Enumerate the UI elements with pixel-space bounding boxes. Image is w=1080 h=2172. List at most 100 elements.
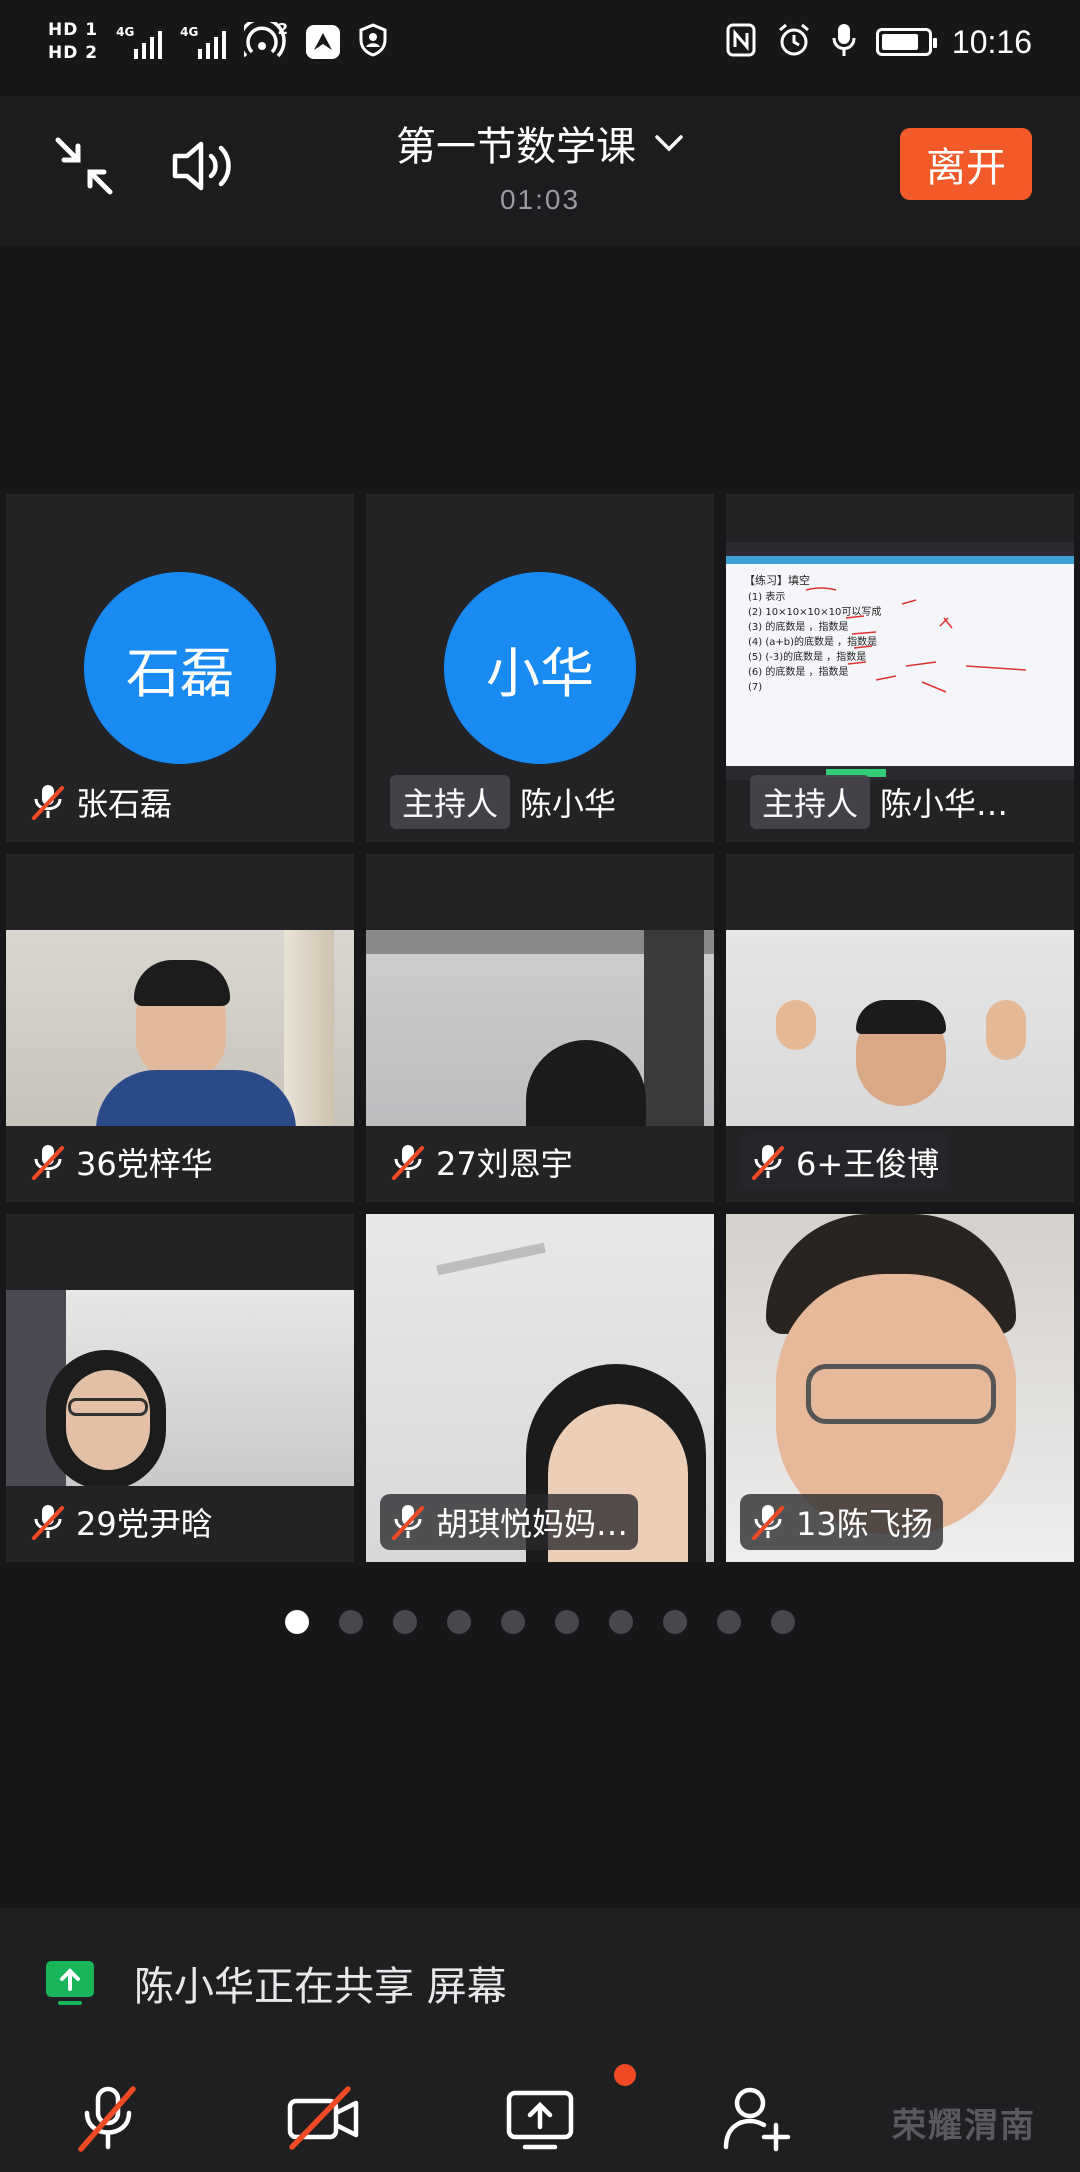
leave-button[interactable]: 离开	[900, 128, 1032, 200]
clock: 10:16	[951, 23, 1032, 60]
person-glasses	[68, 1398, 148, 1416]
participant-name: 13陈飞扬	[796, 1505, 933, 1543]
mute-button[interactable]	[68, 2078, 148, 2158]
meeting-title[interactable]: 第一节数学课	[396, 114, 636, 172]
add-user-icon	[723, 2087, 791, 2152]
name-bar: 13陈飞扬	[740, 1494, 943, 1550]
sim2-label: HD 2	[48, 43, 99, 63]
participant-name: 陈小华…	[880, 785, 1009, 823]
video-feed	[726, 930, 1074, 1126]
person-glasses	[806, 1364, 996, 1424]
mic-off-icon	[78, 2086, 136, 2152]
participant-tile[interactable]: 13陈飞扬	[726, 1214, 1074, 1562]
mic-muted-icon	[752, 1145, 784, 1180]
net1-label: 4G	[116, 25, 135, 39]
participant-tile[interactable]: 6+王俊博	[726, 854, 1074, 1202]
name-bar: 6+王俊博	[740, 1134, 950, 1190]
signal-icon-2: 4G	[180, 25, 227, 59]
page-dot[interactable]	[501, 1610, 525, 1634]
sharing-banner[interactable]: 陈小华正在共享 屏幕	[0, 1908, 1080, 2058]
person-hair	[134, 960, 230, 1006]
person-shirt	[96, 1070, 296, 1126]
name-bar: 27刘恩宇	[380, 1134, 583, 1190]
participant-tile[interactable]: 石磊 张石磊	[6, 494, 354, 842]
vpn-shield-icon	[358, 23, 388, 61]
name-bar: 36党梓华	[20, 1134, 223, 1190]
sim1-label: HD 1	[48, 20, 99, 40]
participant-tile[interactable]: 胡琪悦妈妈…	[366, 1214, 714, 1562]
mic-muted-icon	[32, 1505, 64, 1540]
host-badge: 主持人	[390, 775, 511, 829]
participant-name: 27刘恩宇	[436, 1145, 573, 1183]
name-bar: 主持人 陈小华…	[740, 774, 1018, 830]
status-left: HD 1 HD 2 4G 4G 2	[48, 17, 388, 62]
person-hand-left	[776, 1000, 816, 1050]
meeting-header: 第一节数学课 01:03 离开	[0, 96, 1080, 246]
battery-icon	[875, 28, 937, 56]
participant-name: 胡琪悦妈妈…	[436, 1505, 629, 1543]
mic-status-icon	[832, 22, 856, 62]
page-dot[interactable]	[285, 1610, 309, 1634]
participant-tile[interactable]: 小华 主持人 陈小华	[366, 494, 714, 842]
nfc-icon	[726, 23, 756, 61]
participant-name: 29党尹晗	[76, 1505, 213, 1543]
share-screen-icon	[506, 2090, 574, 2150]
app-notification-icon	[306, 25, 341, 59]
avatar: 小华	[444, 572, 636, 764]
person-face	[66, 1370, 150, 1470]
page-dot[interactable]	[609, 1610, 633, 1634]
mic-muted-icon	[392, 1145, 424, 1180]
participant-grid: 石磊 张石磊 小华 主持人 陈小华 【练习】填空 (1) 表示 (2) 10×10…	[6, 494, 1074, 1562]
mic-muted-icon	[392, 1505, 424, 1540]
video-feed	[6, 1290, 354, 1486]
hotspot-count: 2	[277, 20, 289, 38]
alarm-icon	[776, 22, 812, 62]
page-dot[interactable]	[771, 1610, 795, 1634]
hotspot-icon: 2	[238, 17, 289, 62]
avatar: 石磊	[84, 572, 276, 764]
participant-tile[interactable]: 36党梓华	[6, 854, 354, 1202]
participant-tile[interactable]: 27刘恩宇	[366, 854, 714, 1202]
share-notification-dot	[614, 2064, 636, 2086]
status-bar: HD 1 HD 2 4G 4G 2 10:16	[0, 0, 1080, 84]
ceiling-fan	[436, 1242, 546, 1276]
page-dot[interactable]	[447, 1610, 471, 1634]
page-dot[interactable]	[393, 1610, 417, 1634]
signal-icon-1: 4G	[116, 25, 163, 59]
page-dot[interactable]	[555, 1610, 579, 1634]
participant-name: 6+王俊博	[796, 1145, 940, 1183]
screen-share-preview: 【练习】填空 (1) 表示 (2) 10×10×10×10可以写成 (3) 的底数是…	[726, 542, 1074, 780]
video-feed	[6, 930, 354, 1126]
sim-indicators: HD 1 HD 2	[48, 22, 98, 62]
chevron-down-icon[interactable]	[654, 133, 684, 153]
bottom-toolbar: 荣耀渭南	[0, 2058, 1080, 2172]
page-indicator[interactable]	[0, 1610, 1080, 1634]
curtain	[644, 930, 704, 1126]
name-bar: 张石磊	[20, 774, 182, 830]
handwriting-marks	[726, 587, 1074, 780]
person-hand-right	[986, 1000, 1026, 1060]
participant-name: 36党梓华	[76, 1145, 213, 1183]
person-hair	[856, 1000, 946, 1034]
participant-tile-screen-share[interactable]: 【练习】填空 (1) 表示 (2) 10×10×10×10可以写成 (3) 的底数是…	[726, 494, 1074, 842]
page-dot[interactable]	[339, 1610, 363, 1634]
camera-off-icon	[287, 2086, 359, 2150]
video-button[interactable]	[284, 2078, 364, 2158]
share-screen-button[interactable]	[500, 2078, 580, 2158]
participant-name: 张石磊	[76, 785, 173, 823]
host-badge: 主持人	[750, 775, 871, 829]
watermark-logo: 荣耀渭南	[892, 2106, 1036, 2146]
name-bar: 胡琪悦妈妈…	[380, 1494, 639, 1550]
video-feed	[366, 930, 714, 1126]
page-dot[interactable]	[717, 1610, 741, 1634]
person-head	[526, 1040, 646, 1126]
mic-muted-icon	[752, 1505, 784, 1540]
participant-name: 陈小华	[520, 785, 617, 823]
page-dot[interactable]	[663, 1610, 687, 1634]
participant-tile[interactable]: 29党尹晗	[6, 1214, 354, 1562]
sharing-status-text: 陈小华正在共享 屏幕	[134, 1964, 507, 2010]
mic-muted-icon	[32, 785, 64, 820]
participants-button[interactable]	[716, 2078, 796, 2158]
mic-muted-icon	[32, 1145, 64, 1180]
window-curtain	[284, 930, 334, 1126]
